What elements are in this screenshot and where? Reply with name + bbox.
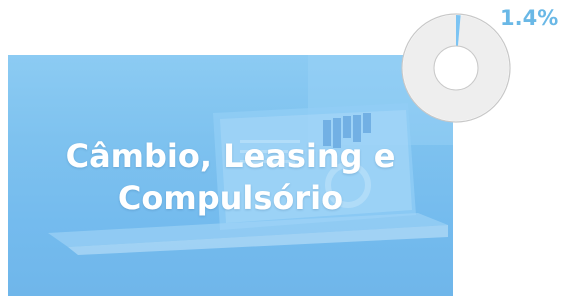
- card-title-line-2: Compulsório: [117, 179, 344, 217]
- donut-chart: [401, 13, 511, 123]
- card-image[interactable]: Câmbio, Leasing e Compulsório: [8, 55, 453, 296]
- donut-hole: [433, 45, 479, 91]
- percent-label: 1.4%: [500, 6, 559, 30]
- card-title: Câmbio, Leasing e Compulsório: [8, 135, 453, 219]
- card-title-line-1: Câmbio, Leasing e: [65, 137, 396, 175]
